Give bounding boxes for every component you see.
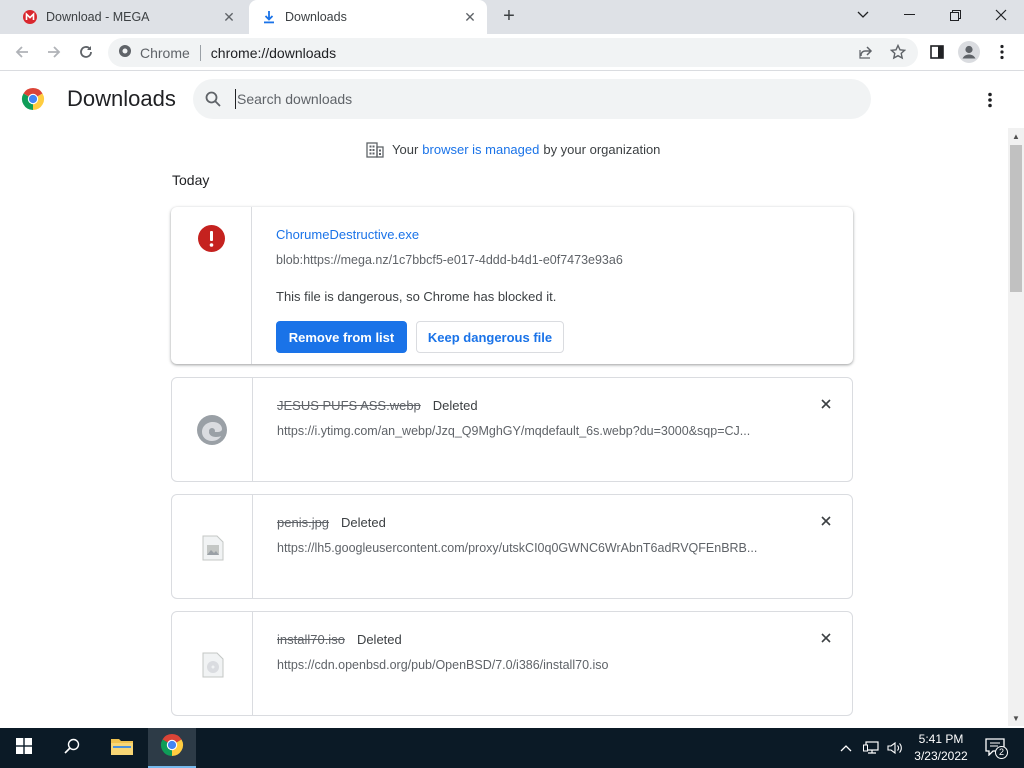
reload-button[interactable] xyxy=(72,38,100,66)
clock-time: 5:41 PM xyxy=(918,732,964,746)
file-icon-column xyxy=(172,378,253,481)
downloads-list: Your browser is managed by your organiza… xyxy=(0,128,1006,726)
remove-item-icon[interactable] xyxy=(816,394,836,414)
tab-strip: Download - MEGA ✕ Downloads ✕ + xyxy=(0,0,1024,34)
remove-item-icon[interactable] xyxy=(816,628,836,648)
managed-prefix: Your xyxy=(392,141,419,157)
download-item: JESUS PUFS ASS.webp Deleted https://i.yti… xyxy=(171,377,853,482)
download-icon xyxy=(261,9,277,25)
remove-item-icon[interactable] xyxy=(816,511,836,531)
taskbar-search-button[interactable] xyxy=(48,728,96,768)
file-icon-column xyxy=(172,495,253,598)
omnibox-separator xyxy=(199,44,201,61)
disc-file-icon xyxy=(202,652,224,683)
notification-icon: 2 xyxy=(985,738,1008,759)
new-tab-button[interactable]: + xyxy=(498,6,520,28)
danger-icon xyxy=(198,225,225,257)
site-chip: Chrome xyxy=(140,44,190,61)
profile-avatar[interactable] xyxy=(955,38,983,66)
tab-title: Download - MEGA xyxy=(46,10,150,24)
taskbar-file-explorer[interactable] xyxy=(98,728,146,768)
date-heading: Today xyxy=(172,172,210,188)
managed-suffix: by your organization xyxy=(543,141,661,157)
page-title: Downloads xyxy=(67,86,176,111)
show-hidden-icons-chevron[interactable] xyxy=(836,728,856,768)
back-button[interactable] xyxy=(8,38,36,66)
chrome-menu-icon[interactable] xyxy=(988,38,1016,66)
file-icon-column xyxy=(172,612,253,715)
file-source-url[interactable]: https://i.ytimg.com/an_webp/Jzq_Q9MghGY/… xyxy=(277,424,777,438)
search-icon xyxy=(64,738,80,759)
search-input[interactable] xyxy=(235,89,835,109)
file-name-deleted: JESUS PUFS ASS.webp Deleted xyxy=(277,398,478,413)
page-scrollbar[interactable]: ▲ ▼ xyxy=(1008,128,1024,726)
scroll-up-arrow-icon[interactable]: ▲ xyxy=(1012,132,1020,141)
building-icon xyxy=(366,140,384,158)
remove-from-list-button[interactable]: Remove from list xyxy=(276,321,407,353)
taskbar-chrome[interactable] xyxy=(148,728,196,768)
notification-center-button[interactable]: 2 xyxy=(978,728,1014,768)
mega-icon xyxy=(22,9,38,25)
tab-search-icon[interactable] xyxy=(840,0,886,30)
start-button[interactable] xyxy=(0,728,48,768)
clock-date: 3/23/2022 xyxy=(914,749,968,763)
file-name-text: install70.iso xyxy=(277,632,345,647)
tab-downloads[interactable]: Downloads ✕ xyxy=(249,0,487,34)
bookmark-star-icon[interactable] xyxy=(884,38,912,66)
managed-link[interactable]: browser is managed xyxy=(422,142,539,157)
forward-button[interactable] xyxy=(40,38,68,66)
search-icon xyxy=(204,90,222,108)
file-name-link[interactable]: ChorumeDestructive.exe xyxy=(276,227,419,242)
taskbar-clock[interactable]: 5:41 PM 3/23/2022 xyxy=(910,731,972,765)
chrome-logo-icon xyxy=(160,733,184,762)
file-name-deleted: install70.iso Deleted xyxy=(277,632,402,647)
tab-title: Downloads xyxy=(285,10,347,24)
downloads-menu-icon[interactable] xyxy=(976,86,1004,114)
download-item: ChorumeDestructive.exe blob:https://mega… xyxy=(171,207,853,364)
windows-taskbar: 5:41 PM 3/23/2022 2 xyxy=(0,728,1024,768)
chrome-logo-icon xyxy=(21,87,45,111)
download-item: penis.jpg Deleted https://lh5.googleuserc… xyxy=(171,494,853,599)
download-item: install70.iso Deleted https://cdn.openbsd… xyxy=(171,611,853,716)
url-text[interactable]: chrome://downloads xyxy=(211,45,336,61)
tab-mega[interactable]: Download - MEGA ✕ xyxy=(8,0,246,34)
side-panel-icon[interactable] xyxy=(923,38,951,66)
folder-icon xyxy=(111,737,133,760)
file-name-text: JESUS PUFS ASS.webp xyxy=(277,398,421,413)
close-window-button[interactable] xyxy=(978,0,1024,30)
file-source-url[interactable]: https://cdn.openbsd.org/pub/OpenBSD/7.0/… xyxy=(277,658,777,672)
share-icon[interactable] xyxy=(852,38,880,66)
file-source-url[interactable]: https://lh5.googleusercontent.com/proxy/… xyxy=(277,541,777,555)
danger-message: This file is dangerous, so Chrome has bl… xyxy=(276,289,557,304)
edge-file-icon xyxy=(196,414,228,451)
close-tab-icon[interactable]: ✕ xyxy=(218,6,240,28)
address-bar[interactable]: Chrome chrome://downloads xyxy=(108,38,918,67)
deleted-status: Deleted xyxy=(341,515,386,530)
chrome-site-icon xyxy=(118,44,132,61)
deleted-status: Deleted xyxy=(432,398,478,413)
file-icon-column xyxy=(171,207,252,364)
search-downloads-box[interactable] xyxy=(193,79,871,119)
image-file-icon xyxy=(202,535,224,566)
scroll-down-arrow-icon[interactable]: ▼ xyxy=(1012,714,1020,723)
keep-dangerous-file-button[interactable]: Keep dangerous file xyxy=(416,321,564,353)
file-name-text: penis.jpg xyxy=(277,515,330,530)
notification-count-badge: 2 xyxy=(995,746,1008,759)
windows-logo-icon xyxy=(16,737,32,759)
restore-button[interactable] xyxy=(932,0,978,30)
close-tab-icon[interactable]: ✕ xyxy=(459,6,481,28)
deleted-status: Deleted xyxy=(356,632,402,647)
scrollbar-thumb[interactable] xyxy=(1010,145,1022,292)
volume-icon[interactable] xyxy=(884,728,906,768)
network-icon[interactable] xyxy=(860,728,882,768)
file-source-url[interactable]: blob:https://mega.nz/1c7bbcf5-e017-4ddd-… xyxy=(276,253,776,267)
minimize-button[interactable] xyxy=(886,0,932,30)
file-name-deleted: penis.jpg Deleted xyxy=(277,515,386,530)
managed-notice: Your browser is managed by your organiza… xyxy=(366,140,660,158)
browser-toolbar: Chrome chrome://downloads xyxy=(0,34,1024,71)
downloads-header: Downloads xyxy=(0,72,1024,128)
